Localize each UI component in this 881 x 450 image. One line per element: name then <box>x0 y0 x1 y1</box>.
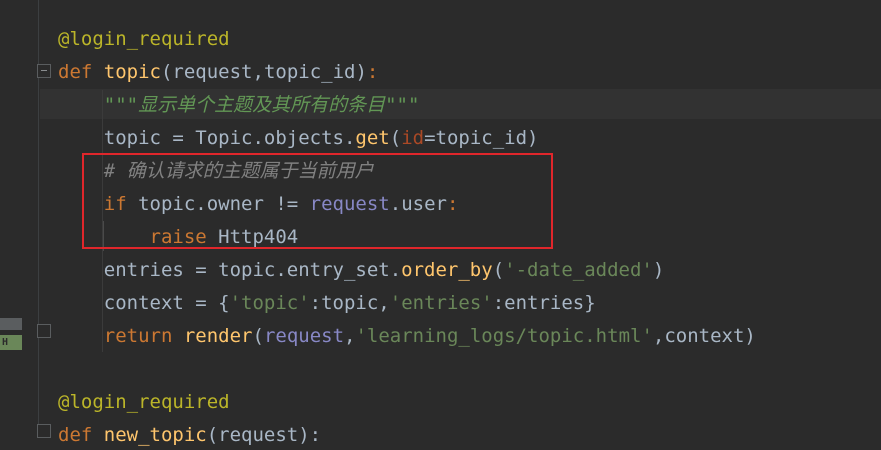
gutter-marker-label: H <box>0 335 22 350</box>
fold-end-icon[interactable] <box>37 324 51 338</box>
code-line[interactable]: context = {'topic':topic,'entries':entri… <box>58 288 596 318</box>
code-token: 'topic' <box>229 292 310 314</box>
highlight-annotation-box <box>82 153 553 249</box>
code-token: return <box>58 325 184 347</box>
code-token: def <box>58 61 104 83</box>
code-token: :entries} <box>492 292 596 314</box>
code-line[interactable]: """显示单个主题及其所有的条目""" <box>58 90 420 120</box>
code-token: 'learning_logs/topic.html' <box>355 325 653 347</box>
code-token: ( <box>492 259 505 281</box>
code-token: ( <box>252 325 264 347</box>
code-token: topic = Topic.objects. <box>58 127 356 149</box>
code-token: request <box>263 325 345 347</box>
code-token: context = { <box>58 292 230 314</box>
code-token: :topic, <box>309 292 390 314</box>
code-token: order_by <box>401 259 493 281</box>
code-token: def <box>58 424 104 446</box>
code-line[interactable]: @login_required <box>58 387 230 417</box>
gutter-marker-top <box>0 318 22 330</box>
code-line[interactable]: def new_topic(request): <box>58 420 321 450</box>
fold-collapse-icon-2[interactable] <box>37 424 51 438</box>
code-token: id <box>401 127 425 149</box>
fold-collapse-icon[interactable] <box>37 64 51 78</box>
code-token: ( <box>389 127 402 149</box>
code-token: , <box>252 61 264 83</box>
code-token: , <box>344 325 356 347</box>
code-token: entries = topic.entry_set. <box>58 259 402 281</box>
code-token: """显示单个主题及其所有的条目""" <box>58 94 420 116</box>
code-line[interactable]: def topic(request,topic_id): <box>58 57 378 87</box>
code-token: ) <box>652 259 665 281</box>
code-token: ) <box>355 61 367 83</box>
code-line[interactable]: entries = topic.entry_set.order_by('-dat… <box>58 255 665 285</box>
code-token: render <box>183 325 253 347</box>
editor-gutter <box>0 0 40 430</box>
code-token: ,context) <box>652 325 756 347</box>
code-token: ( <box>160 61 173 83</box>
code-token: get <box>355 127 390 149</box>
code-token: topic_id <box>263 61 356 83</box>
code-line[interactable]: return render(request,'learning_logs/top… <box>58 321 756 351</box>
code-line[interactable]: @login_required <box>58 24 230 54</box>
code-token: @login_required <box>58 391 230 413</box>
code-token: 'entries' <box>389 292 493 314</box>
code-token: topic <box>103 61 161 83</box>
gutter-marker[interactable]: H <box>0 318 22 350</box>
code-token: @login_required <box>58 28 230 50</box>
code-token: (request): <box>206 424 322 446</box>
code-line[interactable]: topic = Topic.objects.get(id=topic_id) <box>58 123 539 153</box>
code-token: request <box>172 61 253 83</box>
code-token: : <box>366 61 379 83</box>
code-token: =topic_id) <box>424 127 539 149</box>
code-token: new_topic <box>103 424 207 446</box>
code-token: '-date_added' <box>504 259 653 281</box>
